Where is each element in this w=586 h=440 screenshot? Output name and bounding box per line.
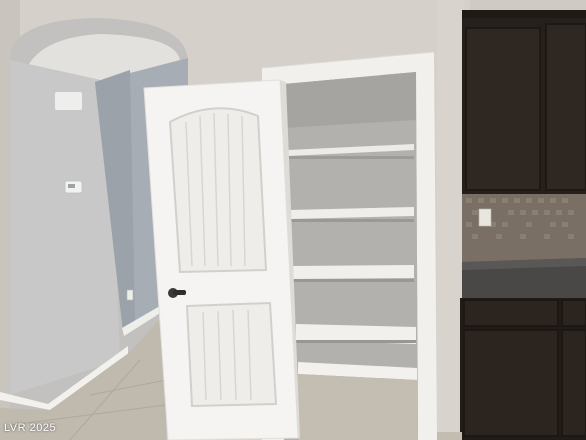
tile-backsplash: [462, 194, 586, 264]
outlet-icon: [126, 289, 134, 301]
open-door[interactable]: [143, 79, 300, 440]
pantry-photo: LVR 2025: [0, 0, 586, 440]
outlet-icon: [478, 208, 492, 227]
lower-cabinets: [460, 298, 586, 440]
watermark-text: LVR 2025: [4, 422, 57, 434]
pantry-scene: [0, 0, 586, 440]
kitchen-cabinets: [462, 10, 586, 194]
smoke-detector: [55, 92, 82, 110]
door-lower-panel: [185, 301, 278, 408]
